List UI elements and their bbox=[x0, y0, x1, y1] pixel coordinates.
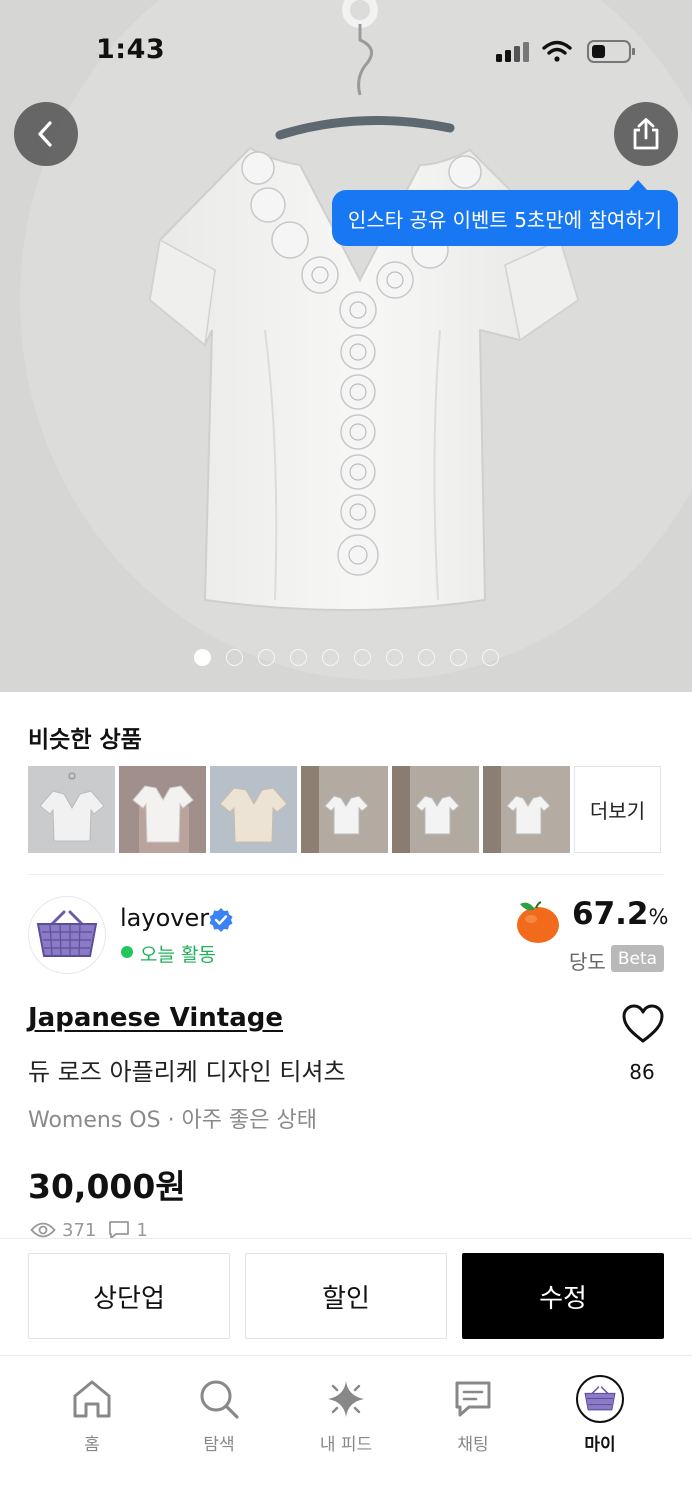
shopping-basket-logo bbox=[584, 1386, 616, 1411]
chat-icon bbox=[455, 1381, 491, 1417]
carousel-pagination bbox=[0, 649, 692, 666]
sweetness-score-value: 67.2 bbox=[572, 896, 649, 932]
similar-products-title: 비슷한 상품 bbox=[28, 727, 142, 753]
heart-icon[interactable] bbox=[621, 1004, 665, 1044]
status-time: 1:43 bbox=[96, 34, 166, 65]
my-avatar bbox=[576, 1375, 624, 1423]
home-icon bbox=[73, 1380, 111, 1418]
sweetness-score-unit: % bbox=[648, 905, 669, 929]
chevron-left-icon bbox=[38, 121, 52, 147]
pagination-dot[interactable] bbox=[257, 649, 275, 666]
activity-status: 오늘 활동 bbox=[140, 944, 216, 966]
sweetness-label: 당도 bbox=[569, 950, 606, 974]
pagination-dot[interactable] bbox=[225, 649, 243, 666]
back-button[interactable] bbox=[14, 102, 78, 166]
shopping-basket-logo bbox=[36, 910, 98, 957]
tab-search-label: 탐색 bbox=[203, 1435, 235, 1455]
orange-fruit-icon bbox=[517, 901, 559, 943]
similar-product-thumbnail[interactable] bbox=[483, 766, 570, 853]
wifi-icon bbox=[542, 40, 572, 62]
comment-icon bbox=[109, 1221, 130, 1239]
seller-name[interactable]: layover bbox=[120, 904, 209, 932]
likes-count: 86 bbox=[629, 1060, 655, 1084]
product-photo bbox=[0, 0, 692, 692]
pagination-dot[interactable] bbox=[417, 649, 435, 666]
product-meta: Womens OS · 아주 좋은 상태 bbox=[28, 1108, 317, 1133]
pagination-dot[interactable] bbox=[289, 649, 307, 666]
verified-badge-icon bbox=[209, 908, 233, 932]
tab-feed[interactable]: 내 피드 bbox=[291, 1374, 401, 1455]
eye-icon bbox=[30, 1222, 56, 1238]
similar-products-list: 더보기 bbox=[28, 766, 661, 853]
seller-avatar[interactable] bbox=[28, 896, 106, 974]
tab-my-label: 마이 bbox=[584, 1435, 616, 1455]
tab-search[interactable]: 탐색 bbox=[164, 1374, 274, 1455]
pagination-dot[interactable] bbox=[385, 649, 403, 666]
share-button[interactable] bbox=[614, 102, 678, 166]
tab-chat-label: 채팅 bbox=[457, 1435, 489, 1455]
tab-my[interactable]: 마이 bbox=[545, 1374, 655, 1455]
product-title: 듀 로즈 아플리케 디자인 티셔츠 bbox=[28, 1058, 346, 1086]
product-image-carousel[interactable]: 1:43 인스타 공유 이벤트 5초만에 참여하기 bbox=[0, 0, 692, 692]
bump-button[interactable]: 상단업 bbox=[28, 1253, 230, 1339]
tab-home[interactable]: 홈 bbox=[37, 1374, 147, 1455]
pagination-dot[interactable] bbox=[481, 649, 499, 666]
cellular-signal-icon bbox=[496, 42, 529, 62]
search-icon bbox=[200, 1380, 239, 1419]
edit-button[interactable]: 수정 bbox=[462, 1253, 664, 1339]
pagination-dot[interactable] bbox=[321, 649, 339, 666]
battery-icon bbox=[587, 40, 635, 63]
pagination-dot[interactable] bbox=[353, 649, 371, 666]
section-divider bbox=[28, 874, 664, 875]
activity-status-dot bbox=[121, 946, 133, 958]
brand-link[interactable]: Japanese Vintage bbox=[28, 1003, 283, 1033]
bottom-tab-bar: 홈 탐색 내 피드 채팅 마이 bbox=[0, 1356, 692, 1500]
share-event-tooltip[interactable]: 인스타 공유 이벤트 5초만에 참여하기 bbox=[332, 180, 678, 246]
tab-chat[interactable]: 채팅 bbox=[418, 1374, 528, 1455]
similar-product-thumbnail[interactable] bbox=[119, 766, 206, 853]
sweetness-score: 67.2% bbox=[572, 896, 668, 932]
similar-product-thumbnail[interactable] bbox=[392, 766, 479, 853]
similar-product-thumbnail[interactable] bbox=[210, 766, 297, 853]
see-more-button[interactable]: 더보기 bbox=[574, 766, 661, 853]
tab-home-label: 홈 bbox=[84, 1435, 100, 1455]
similar-product-thumbnail[interactable] bbox=[28, 766, 115, 853]
sparkle-icon bbox=[328, 1381, 364, 1417]
beta-badge: Beta bbox=[611, 945, 664, 972]
tab-feed-label: 내 피드 bbox=[319, 1435, 373, 1455]
pagination-dot[interactable] bbox=[449, 649, 467, 666]
status-icons bbox=[496, 40, 635, 63]
status-bar: 1:43 bbox=[0, 0, 692, 100]
action-bar: 상단업 할인 수정 bbox=[0, 1238, 692, 1356]
pagination-dot[interactable] bbox=[193, 649, 211, 666]
discount-button[interactable]: 할인 bbox=[245, 1253, 447, 1339]
product-price: 30,000원 bbox=[28, 1167, 186, 1206]
similar-product-thumbnail[interactable] bbox=[301, 766, 388, 853]
share-icon bbox=[633, 118, 659, 150]
